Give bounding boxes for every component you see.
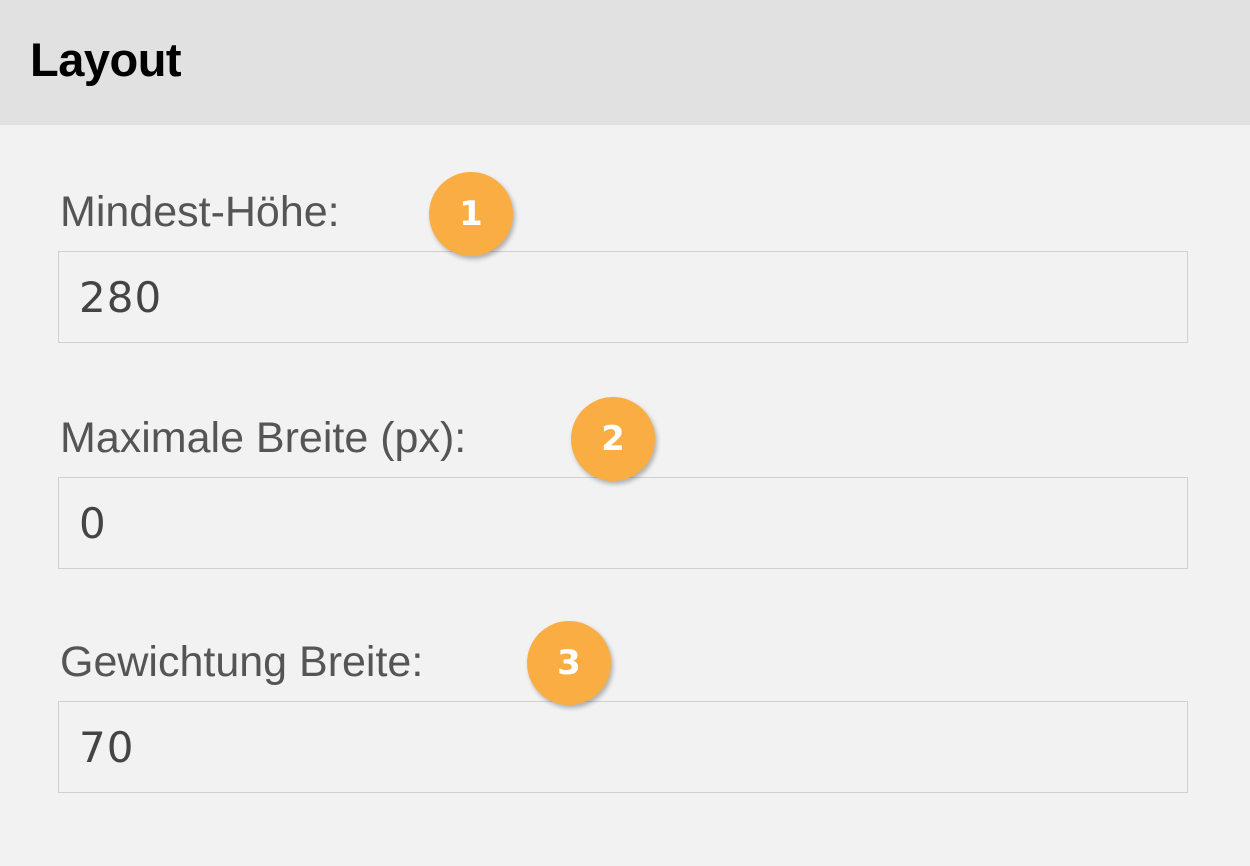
callout-badge-1: 1	[429, 172, 513, 256]
min-height-input[interactable]	[58, 251, 1188, 343]
layout-panel: Layout Mindest-Höhe: 1 Maximale Breite (…	[0, 0, 1250, 866]
panel-header: Layout	[0, 0, 1250, 125]
panel-title: Layout	[30, 33, 182, 86]
min-height-label: Mindest-Höhe:	[60, 188, 340, 236]
callout-badge-3: 3	[527, 621, 611, 705]
max-width-label: Maximale Breite (px):	[60, 414, 467, 462]
callout-badge-2: 2	[571, 397, 655, 481]
width-weight-label: Gewichtung Breite:	[60, 638, 424, 686]
max-width-input[interactable]	[58, 477, 1188, 569]
width-weight-input[interactable]	[58, 701, 1188, 793]
